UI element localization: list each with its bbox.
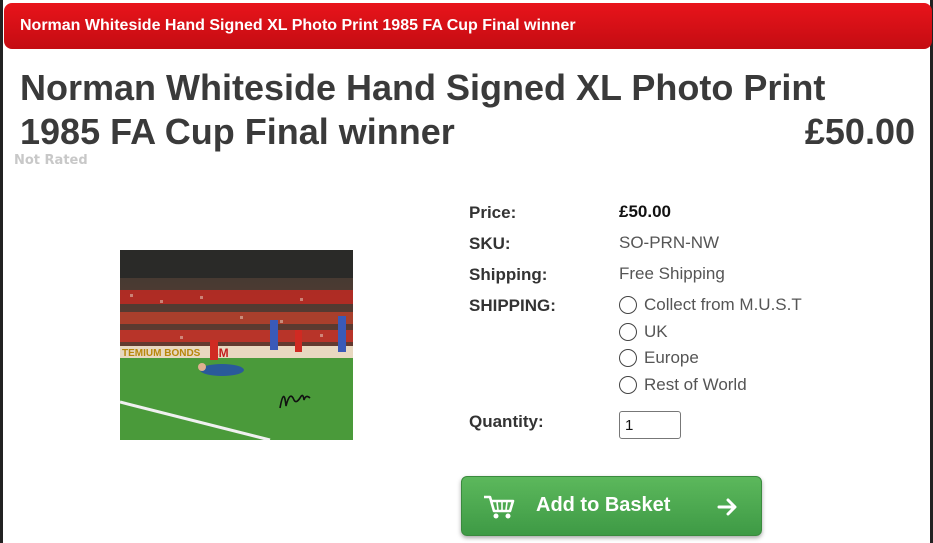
shipping-value: Free Shipping (619, 264, 725, 283)
radio-label: UK (644, 322, 668, 341)
radio-uk[interactable]: UK (619, 322, 668, 342)
radio-label: Collect from M.U.S.T (644, 295, 802, 314)
radio-circle-icon[interactable] (619, 376, 637, 394)
radio-label: Europe (644, 348, 699, 367)
rating-text: Not Rated (14, 153, 88, 168)
product-price-large: £50.00 (804, 111, 915, 152)
price-label: Price: (469, 203, 517, 222)
arrow-right-icon (717, 497, 739, 523)
radio-circle-icon[interactable] (619, 323, 637, 341)
radio-rest-of-world[interactable]: Rest of World (619, 375, 747, 395)
sku-value: SO-PRN-NW (619, 233, 720, 252)
quantity-input[interactable] (619, 411, 681, 439)
product-title: Norman Whiteside Hand Signed XL Photo Pr… (20, 67, 826, 152)
price-value: £50.00 (619, 202, 671, 221)
radio-label: Rest of World (644, 375, 747, 394)
radio-collect-from-must[interactable]: Collect from M.U.S.T (619, 295, 802, 315)
radio-circle-icon[interactable] (619, 296, 637, 314)
radio-circle-icon[interactable] (619, 349, 637, 367)
product-banner: Norman Whiteside Hand Signed XL Photo Pr… (4, 3, 932, 49)
sku-label: SKU: (469, 234, 511, 253)
product-photo[interactable]: TEMIUM BONDS 3M (120, 250, 353, 440)
shipping-label: Shipping: (469, 265, 548, 284)
quantity-label: Quantity: (469, 412, 544, 431)
svg-text:TEMIUM BONDS: TEMIUM BONDS (122, 348, 201, 359)
add-to-basket-button[interactable]: Add to Basket (461, 476, 762, 536)
shipping-option-label: SHIPPING: (469, 296, 556, 315)
add-to-basket-label: Add to Basket (536, 494, 671, 516)
radio-europe[interactable]: Europe (619, 348, 699, 368)
cart-icon (482, 494, 516, 526)
